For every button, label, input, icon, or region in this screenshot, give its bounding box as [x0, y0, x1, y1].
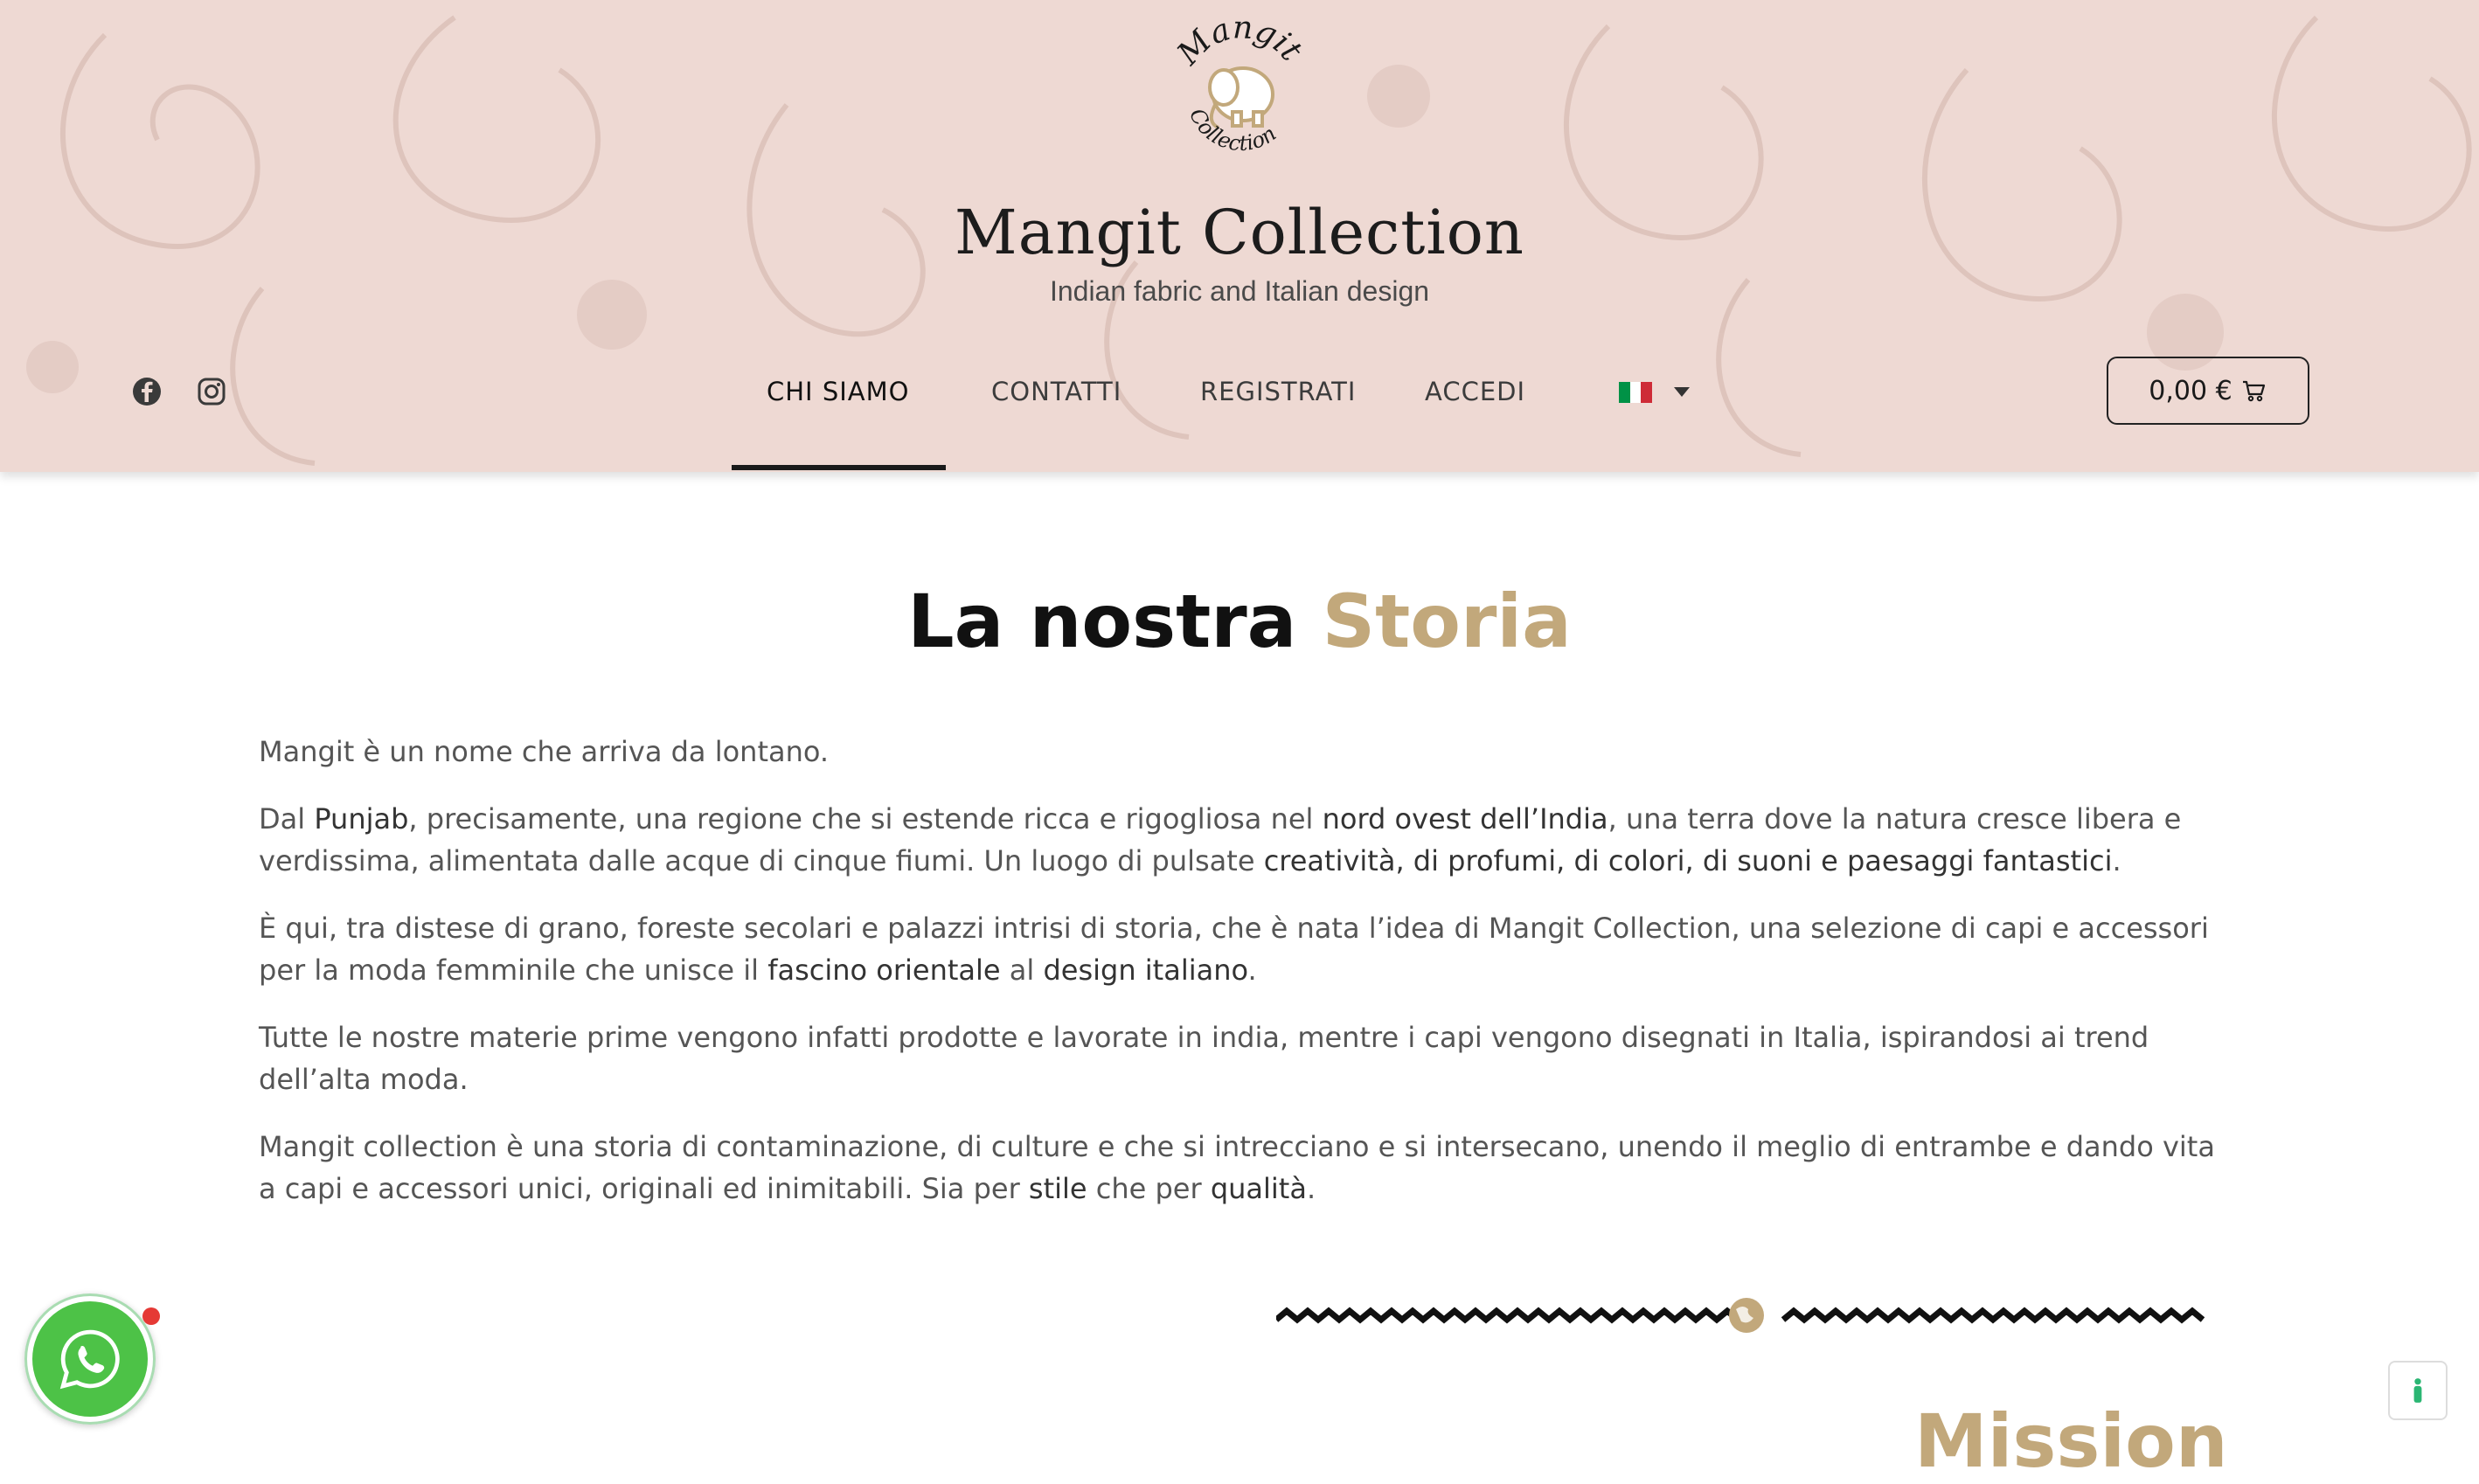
cart-button[interactable]: 0,00 € — [2107, 357, 2309, 425]
story-paragraph-5: Mangit collection è una storia di contam… — [259, 1130, 2215, 1205]
story-paragraph-4: Tutte le nostre materie prime vengono in… — [259, 1021, 2149, 1096]
elephant-logo-icon: Mangit Collection — [1170, 10, 1309, 156]
nav-item-accedi[interactable]: ACCEDI — [1425, 374, 1525, 409]
accessibility-button[interactable] — [2388, 1361, 2448, 1420]
svg-text:Mangit: Mangit — [1170, 10, 1309, 73]
site-header: Mangit Collection Mangit Collection Indi… — [0, 0, 2479, 472]
story-paragraph-1: Mangit è un nome che arriva da lontano. — [259, 735, 830, 768]
whatsapp-icon — [59, 1329, 120, 1390]
nav-item-chi-siamo[interactable]: CHI SIAMO — [767, 374, 909, 409]
nav-active-indicator — [732, 465, 946, 470]
story-content: Mangit è un nome che arriva da lontano. … — [259, 731, 2234, 1235]
story-paragraph-3: È qui, tra distese di grano, foreste sec… — [259, 912, 2209, 987]
story-paragraph-2: Dal Punjab, precisamente, una regione ch… — [259, 802, 2182, 877]
site-title[interactable]: Mangit Collection — [0, 197, 2479, 268]
chevron-down-icon[interactable] — [1674, 387, 1690, 397]
italy-flag-icon[interactable] — [1619, 382, 1653, 403]
site-logo[interactable]: Mangit Collection — [1163, 9, 1320, 166]
cart-icon — [2242, 380, 2265, 402]
story-heading: La nostra Storia — [0, 579, 2479, 664]
notification-dot — [142, 1307, 160, 1325]
cart-amount: 0,00 € — [2149, 375, 2232, 406]
site-tagline: Indian fabric and Italian design — [1049, 275, 1430, 307]
nav-item-registrati[interactable]: REGISTRATI — [1200, 374, 1356, 409]
zigzag-divider — [1276, 1298, 2205, 1333]
nav-item-contatti[interactable]: CONTATTI — [991, 374, 1121, 409]
story-heading-main: La nostra — [907, 579, 1323, 664]
globe-icon — [1729, 1298, 1764, 1333]
whatsapp-chat-button[interactable] — [24, 1293, 160, 1425]
logo-text-top: Mangit — [1170, 10, 1309, 73]
mission-heading: Mission — [1914, 1398, 2228, 1484]
story-heading-accent: Storia — [1322, 579, 1572, 664]
accessibility-icon — [2413, 1378, 2422, 1403]
